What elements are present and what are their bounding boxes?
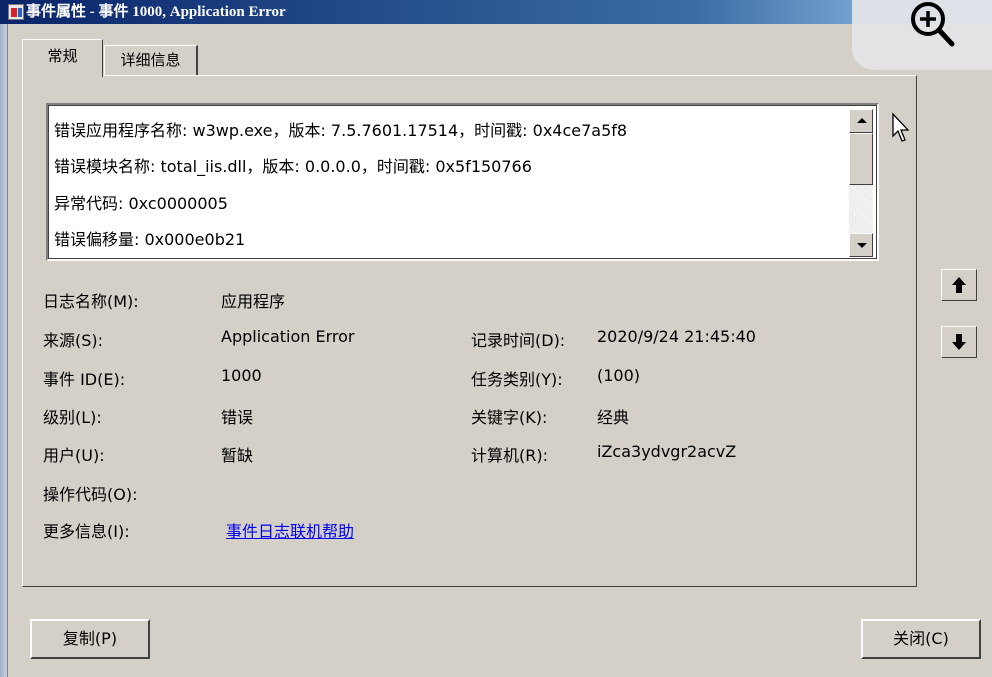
tab-details[interactable]: 详细信息 bbox=[104, 45, 198, 76]
computer-value: iZca3ydvgr2acvZ bbox=[597, 442, 737, 461]
logged-label: 记录时间(D): bbox=[471, 331, 566, 350]
description-line: 异常代码: 0xc0000005 bbox=[54, 194, 228, 213]
user-label: 用户(U): bbox=[43, 446, 105, 465]
online-help-link[interactable]: 事件日志联机帮助 bbox=[226, 518, 354, 542]
log-name-label: 日志名称(M): bbox=[43, 292, 139, 311]
next-event-button[interactable] bbox=[941, 326, 977, 358]
copy-button[interactable]: 复制(P) bbox=[30, 619, 150, 659]
event-viewer-icon bbox=[8, 4, 24, 20]
zoom-in-icon[interactable] bbox=[904, 0, 964, 52]
level-label: 级别(L): bbox=[43, 408, 102, 427]
close-button[interactable]: 关闭(C) bbox=[861, 619, 981, 659]
keywords-label: 关键字(K): bbox=[471, 408, 548, 427]
title-bar: 事件属性 - 事件 1000, Application Error bbox=[0, 0, 992, 24]
task-category-label: 任务类别(Y): bbox=[471, 370, 563, 389]
user-value: 暂缺 bbox=[221, 446, 254, 465]
scroll-thumb[interactable] bbox=[849, 133, 873, 185]
arrow-down-icon bbox=[952, 334, 966, 350]
source-value: Application Error bbox=[221, 327, 355, 346]
description-line: 错误偏移量: 0x000e0b21 bbox=[54, 230, 246, 249]
logged-value: 2020/9/24 21:45:40 bbox=[597, 327, 756, 346]
mouse-pointer-icon bbox=[892, 112, 910, 142]
event-id-label: 事件 ID(E): bbox=[43, 370, 126, 389]
computer-label: 计算机(R): bbox=[471, 446, 548, 465]
scroll-up-button[interactable] bbox=[849, 109, 873, 133]
task-category-value: (100) bbox=[597, 366, 641, 385]
opcode-label: 操作代码(O): bbox=[43, 485, 138, 504]
tab-general[interactable]: 常规 bbox=[22, 39, 103, 77]
previous-event-button[interactable] bbox=[941, 269, 977, 301]
description-line: 错误应用程序名称: w3wp.exe，版本: 7.5.7601.17514，时间… bbox=[54, 121, 628, 140]
window-title: 事件属性 - 事件 1000, Application Error bbox=[26, 4, 286, 20]
zoom-overlay[interactable] bbox=[852, 0, 992, 70]
event-id-value: 1000 bbox=[221, 366, 262, 385]
more-info-label: 更多信息(I): bbox=[43, 522, 130, 541]
source-label: 来源(S): bbox=[43, 331, 104, 350]
arrow-up-icon bbox=[952, 277, 966, 293]
scroll-down-button[interactable] bbox=[849, 233, 873, 257]
log-name-value: 应用程序 bbox=[221, 292, 286, 311]
level-value: 错误 bbox=[221, 408, 254, 427]
event-description-box[interactable]: 错误应用程序名称: w3wp.exe，版本: 7.5.7601.17514，时间… bbox=[46, 103, 879, 261]
background-window-edge bbox=[0, 24, 8, 677]
keywords-value: 经典 bbox=[597, 408, 630, 427]
description-line: 错误模块名称: total_iis.dll，版本: 0.0.0.0，时间戳: 0… bbox=[54, 157, 532, 176]
vertical-scrollbar[interactable] bbox=[849, 109, 873, 257]
